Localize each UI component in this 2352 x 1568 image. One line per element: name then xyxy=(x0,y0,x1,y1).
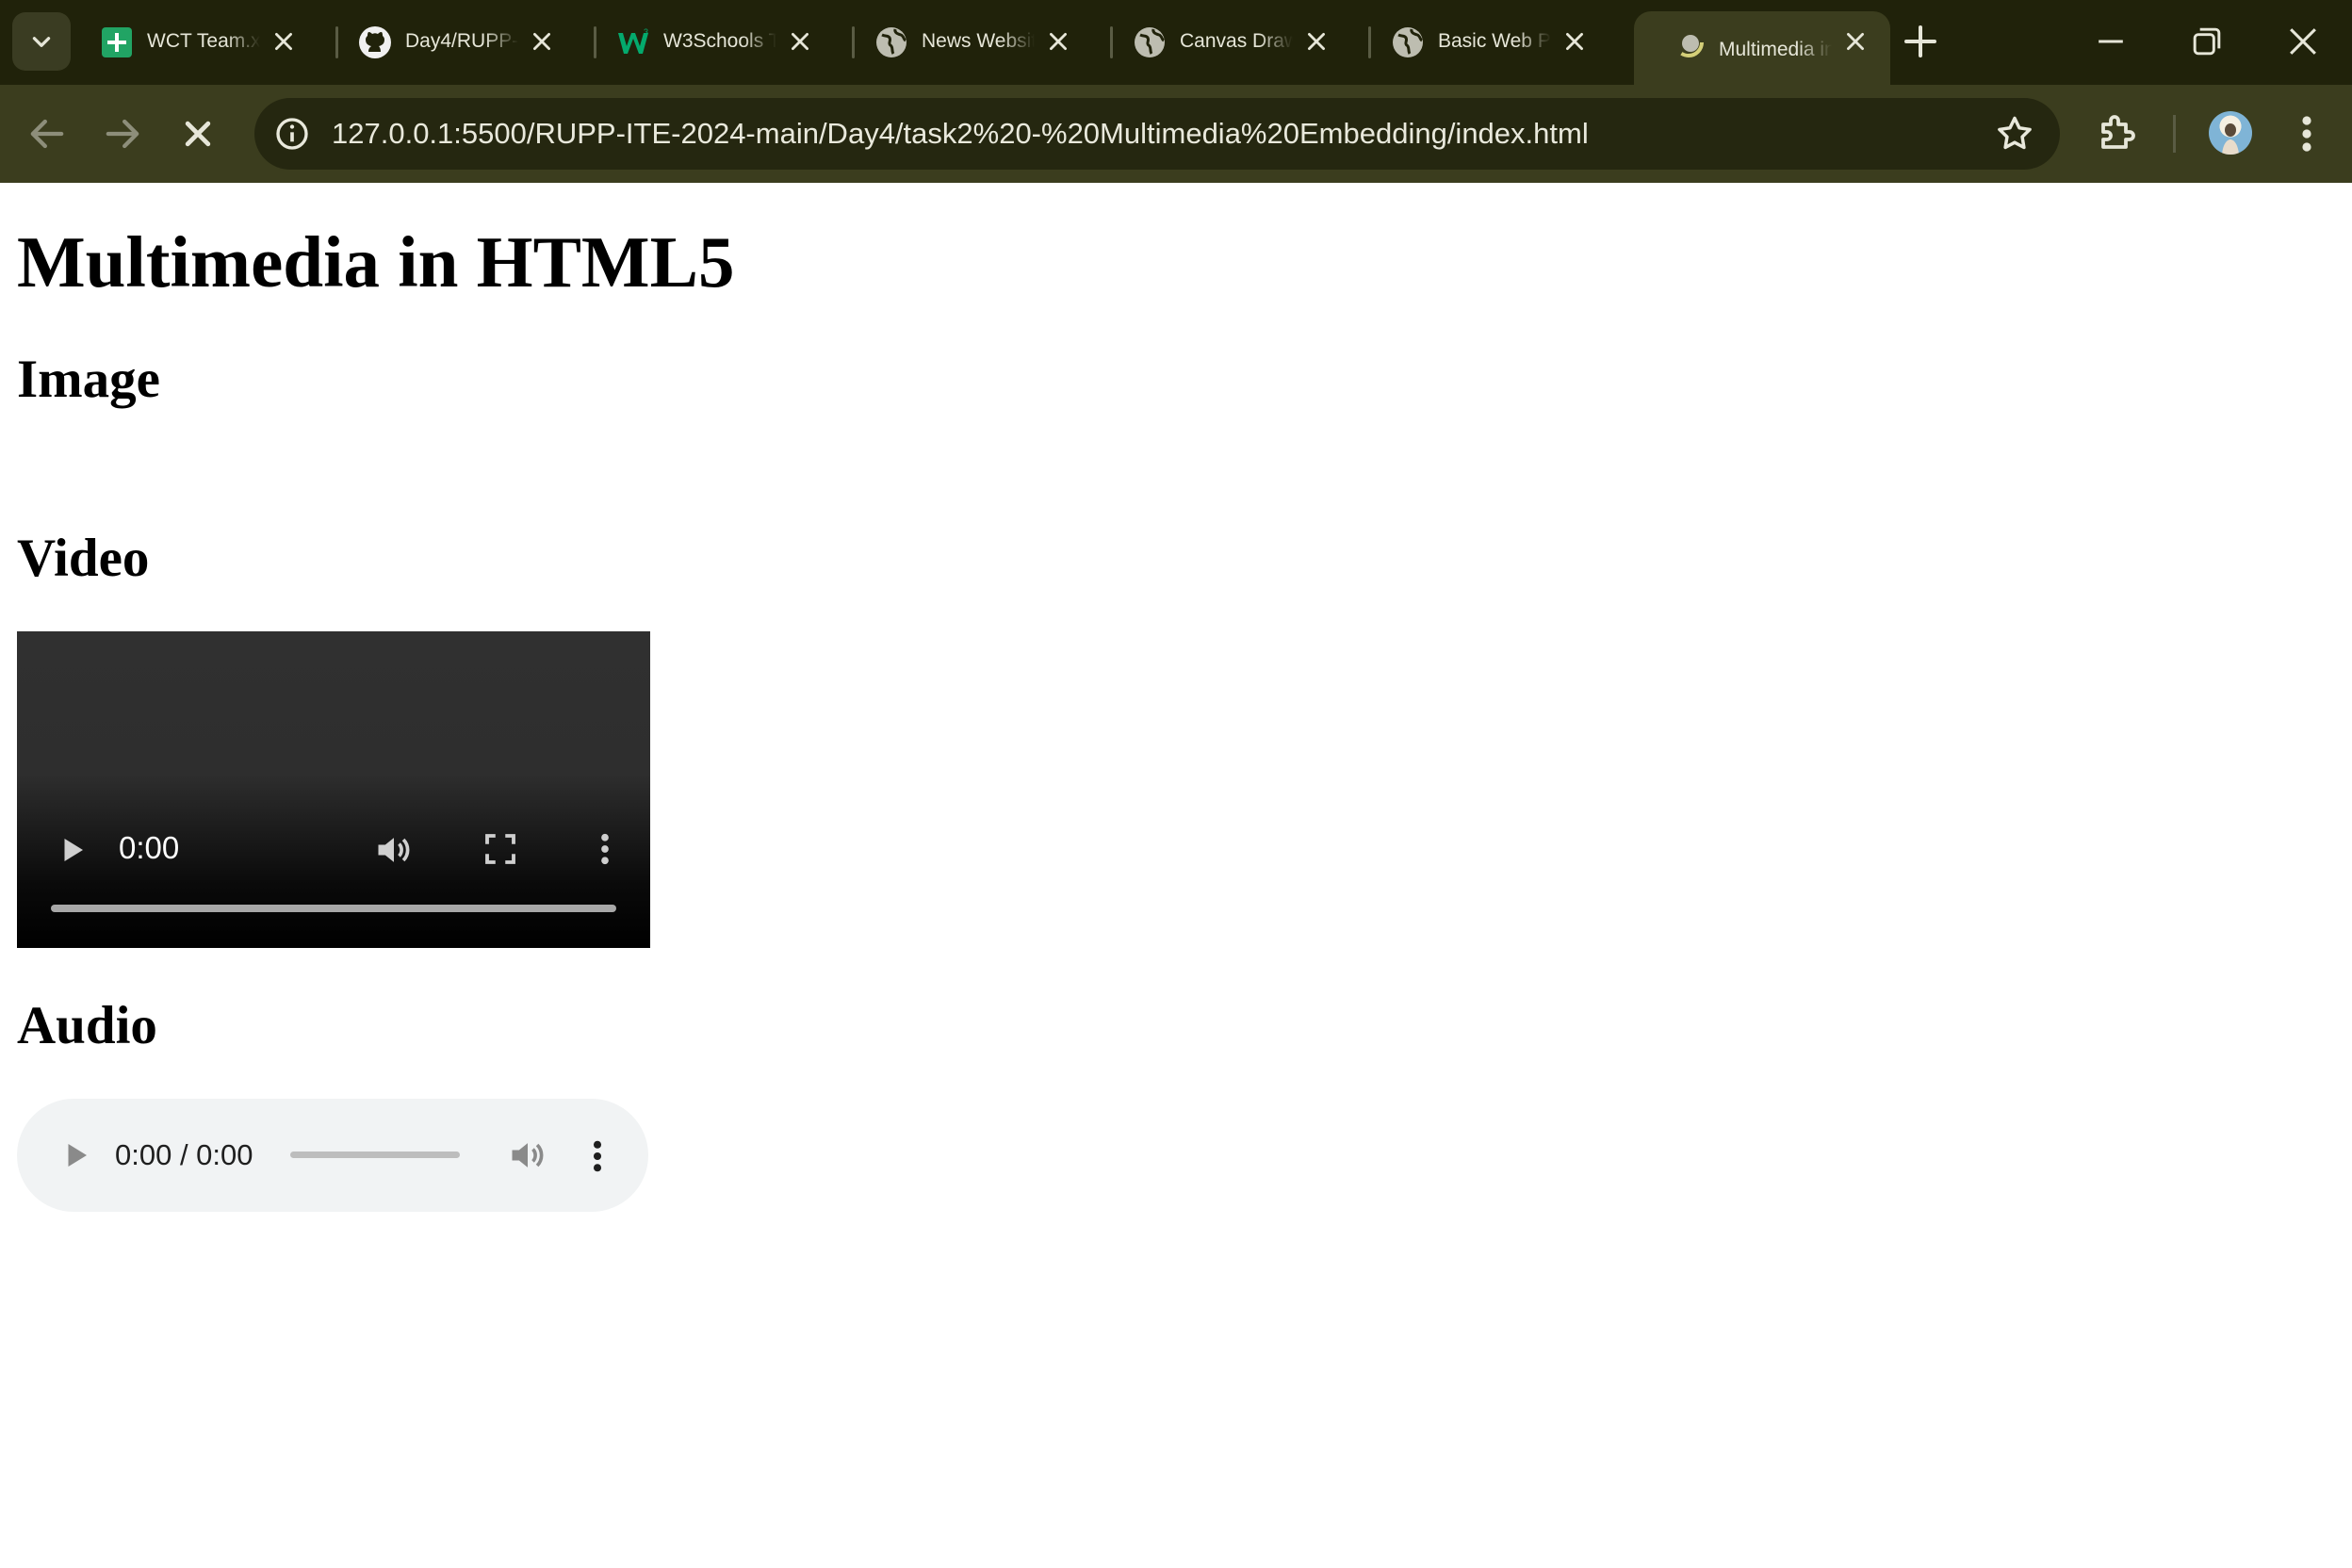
browser-toolbar: 127.0.0.1:5500/RUPP-ITE-2024-main/Day4/t… xyxy=(0,85,2352,183)
globe-icon xyxy=(876,27,906,57)
globe-icon xyxy=(1135,27,1165,57)
close-icon[interactable] xyxy=(1304,29,1329,54)
url-text[interactable]: 127.0.0.1:5500/RUPP-ITE-2024-main/Day4/t… xyxy=(332,98,1589,170)
minimize-icon[interactable] xyxy=(2090,21,2132,62)
audio-heading: Audio xyxy=(17,996,157,1055)
image-heading: Image xyxy=(17,350,160,409)
new-tab-plus-icon[interactable] xyxy=(1902,23,1939,60)
play-icon[interactable] xyxy=(55,833,89,867)
tab-title: Canvas Drawing xyxy=(1180,30,1293,52)
tab-w3schools[interactable]: 3 W3Schools Tryit xyxy=(579,13,835,70)
w3schools-icon: 3 xyxy=(618,27,648,54)
tab-title: WCT Team.xlsx xyxy=(147,30,260,52)
page-title: Multimedia in HTML5 xyxy=(17,221,735,302)
play-icon[interactable] xyxy=(58,1138,92,1172)
video-player[interactable]: 0:00 xyxy=(17,631,650,948)
svg-text:3: 3 xyxy=(644,27,648,37)
tab-github-day4[interactable]: Day4/RUPP-ITE xyxy=(320,13,577,70)
forward-arrow-icon[interactable] xyxy=(98,109,147,158)
video-heading: Video xyxy=(17,529,150,588)
toolbar-divider xyxy=(2173,115,2176,153)
tab-basic-web-page[interactable]: Basic Web Page xyxy=(1353,13,1609,70)
extensions-puzzle-icon[interactable] xyxy=(2094,111,2139,156)
close-icon[interactable] xyxy=(530,29,554,54)
sheets-plus-icon xyxy=(102,27,132,57)
globe-icon xyxy=(1393,27,1423,57)
loading-globe-icon xyxy=(1674,27,1704,57)
github-icon xyxy=(359,26,391,58)
close-icon[interactable] xyxy=(1843,29,1868,54)
address-bar[interactable]: 127.0.0.1:5500/RUPP-ITE-2024-main/Day4/t… xyxy=(254,98,2060,170)
profile-avatar[interactable] xyxy=(2209,111,2252,155)
page-content: Multimedia in HTML5 Image Video 0:00 Aud… xyxy=(0,183,2352,1568)
tab-title: News Website xyxy=(922,30,1035,52)
close-icon[interactable] xyxy=(271,29,296,54)
tab-title: Multimedia in HTML5 xyxy=(1719,39,1832,60)
tab-canvas-drawing[interactable]: Canvas Drawing xyxy=(1095,13,1351,70)
tab-wct-team[interactable]: WCT Team.xlsx xyxy=(62,13,318,70)
tab-title: Day4/RUPP-ITE xyxy=(405,30,518,52)
fullscreen-icon[interactable] xyxy=(481,829,520,869)
tab-strip: WCT Team.xlsx Day4/RUPP-ITE 3 W3Schools … xyxy=(0,0,2352,85)
more-vertical-icon[interactable] xyxy=(2288,111,2326,156)
chevron-down-icon xyxy=(32,37,51,47)
site-info-icon[interactable] xyxy=(273,115,311,153)
tab-title: W3Schools Tryit xyxy=(663,30,776,52)
back-arrow-icon[interactable] xyxy=(23,109,72,158)
tab-multimedia-active[interactable]: Multimedia in HTML5 xyxy=(1634,11,1890,85)
audio-player[interactable]: 0:00 / 0:00 xyxy=(17,1099,648,1212)
stop-loading-icon[interactable] xyxy=(173,109,222,158)
more-vertical-icon[interactable] xyxy=(586,1136,609,1176)
audio-time: 0:00 / 0:00 xyxy=(115,1138,253,1171)
volume-icon[interactable] xyxy=(373,829,415,871)
close-icon[interactable] xyxy=(788,29,812,54)
video-progress-bar[interactable] xyxy=(51,905,616,912)
bookmark-star-icon[interactable] xyxy=(1994,113,2035,155)
close-icon[interactable] xyxy=(1046,29,1070,54)
tab-news-website[interactable]: News Website xyxy=(837,13,1093,70)
more-vertical-icon[interactable] xyxy=(594,829,616,869)
video-time: 0:00 xyxy=(119,830,180,865)
tab-title: Basic Web Page xyxy=(1438,30,1551,52)
window-close-icon[interactable] xyxy=(2282,21,2324,62)
volume-icon[interactable] xyxy=(507,1135,548,1176)
restore-icon[interactable] xyxy=(2186,21,2228,62)
close-icon[interactable] xyxy=(1562,29,1587,54)
audio-progress-bar[interactable] xyxy=(290,1152,460,1158)
profile-figure-icon xyxy=(2222,123,2239,155)
